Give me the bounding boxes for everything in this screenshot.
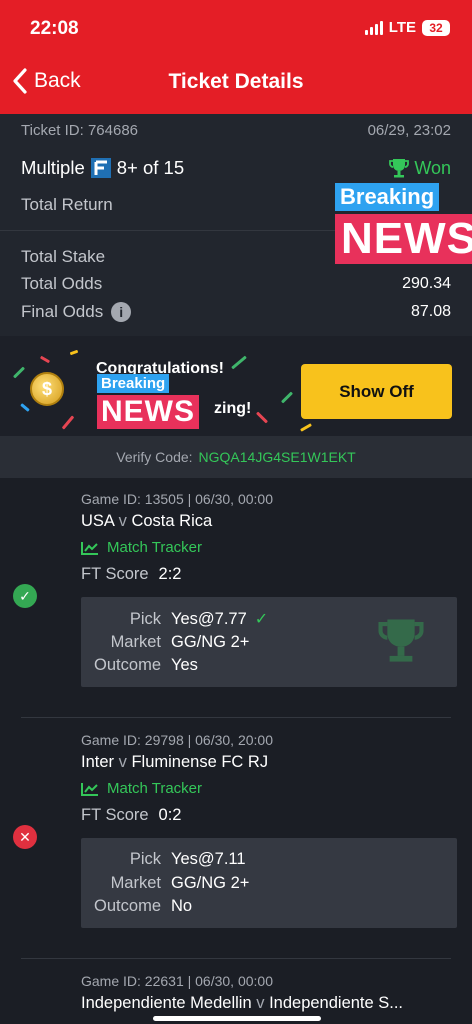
match-tracker-label: Match Tracker xyxy=(107,780,203,797)
breaking-news-overlay-small: Breaking NEWS xyxy=(97,374,199,429)
news-label: NEWS xyxy=(335,214,472,264)
vs-label: v xyxy=(118,753,127,771)
breaking-label-small: Breaking xyxy=(97,374,170,393)
game-teams: Inter v Fluminense FC RJ xyxy=(81,753,268,772)
game-teams: Independiente Medellin v Independiente S… xyxy=(81,994,403,1013)
pick-row: Pick Yes@7.11 xyxy=(81,850,246,869)
outcome-label: Outcome xyxy=(94,897,161,915)
ticket-type-row: Multiple 8+ of 15 Won xyxy=(21,157,451,179)
market-row: Market GG/NG 2+ xyxy=(81,633,250,652)
vs-label: v xyxy=(118,512,127,530)
match-tracker-link[interactable]: Match Tracker xyxy=(81,780,202,797)
ticket-type: Multiple xyxy=(21,157,85,178)
verify-code-bar: Verify Code: NGQA14JG4SE1W1EKT xyxy=(0,436,472,478)
status-label: Won xyxy=(414,157,451,178)
ticket-datetime: 06/29, 23:02 xyxy=(367,122,451,139)
header-bar: 22:08 LTE 32 Back Ticket Details xyxy=(0,0,472,114)
ft-score-label: FT Score xyxy=(81,806,149,824)
match-tracker-link[interactable]: Match Tracker xyxy=(81,539,202,556)
breaking-label: Breaking xyxy=(335,183,440,211)
divider xyxy=(21,958,451,959)
game-id: Game ID: 13505 | 06/30, 00:00 xyxy=(81,491,273,507)
ticket-id-row: Ticket ID: 764686 06/29, 23:02 xyxy=(21,122,451,139)
market-row: Market GG/NG 2+ xyxy=(81,874,250,893)
info-icon[interactable]: i xyxy=(111,302,132,322)
market-value: GG/NG 2+ xyxy=(171,874,250,892)
breaking-news-overlay: Breaking NEWS xyxy=(335,183,472,264)
outcome-value: No xyxy=(171,897,193,915)
total-return-label: Total Return xyxy=(21,195,113,214)
signal-icon xyxy=(364,20,383,35)
total-odds-row: Total Odds 290.34 xyxy=(21,274,451,294)
final-odds-value: 87.08 xyxy=(410,303,451,320)
market-label: Market xyxy=(110,874,161,892)
flexibet-icon xyxy=(90,158,111,178)
pick-label: Pick xyxy=(129,609,161,628)
divider xyxy=(21,717,451,718)
final-odds-label: Final Odds xyxy=(21,302,104,321)
ticket-status: Won xyxy=(388,157,451,179)
away-team: Fluminense FC RJ xyxy=(131,753,269,771)
show-off-button[interactable]: Show Off xyxy=(301,364,452,419)
outcome-label: Outcome xyxy=(94,656,161,674)
pick-value: Yes@7.77 xyxy=(171,609,247,628)
match-tracker-label: Match Tracker xyxy=(107,539,203,556)
verify-label: Verify Code: xyxy=(116,449,193,465)
pick-box: Pick Yes@7.11 Market GG/NG 2+ Outcome No xyxy=(81,838,457,928)
game-id: Game ID: 22631 | 06/30, 00:00 xyxy=(81,973,273,989)
home-indicator[interactable] xyxy=(153,1016,321,1021)
status-indicators: LTE 32 xyxy=(364,19,450,36)
total-odds-value: 290.34 xyxy=(402,275,451,292)
game-teams: USA v Costa Rica xyxy=(81,512,212,531)
home-team: Inter xyxy=(81,753,115,771)
ft-score-label: FT Score xyxy=(81,565,149,583)
trophy-icon xyxy=(389,159,410,178)
ft-score-value: 2:2 xyxy=(158,565,182,583)
pick-box: Pick Yes@7.77 ✓ Market GG/NG 2+ Outcome … xyxy=(81,597,457,687)
close-circle-icon: ✕ xyxy=(13,825,37,849)
pick-label: Pick xyxy=(129,850,161,868)
vs-label: v xyxy=(256,994,265,1012)
news-label-small: NEWS xyxy=(97,395,199,429)
ft-score-value: 0:2 xyxy=(158,806,182,824)
status-time: 22:08 xyxy=(30,18,79,39)
pick-row: Pick Yes@7.77 ✓ xyxy=(81,609,268,629)
market-label: Market xyxy=(110,633,161,651)
outcome-row: Outcome No xyxy=(81,897,192,916)
home-team: Independiente Medellin xyxy=(81,994,252,1012)
check-circle-icon: ✓ xyxy=(13,584,37,608)
final-odds-row: Final Odds i 87.08 xyxy=(21,302,451,322)
chart-line-icon xyxy=(81,782,98,796)
ticket-id: Ticket ID: 764686 xyxy=(21,122,139,139)
game-id: Game ID: 29798 | 06/30, 20:00 xyxy=(81,732,273,748)
away-team: Costa Rica xyxy=(131,512,213,530)
ft-score: FT Score 0:2 xyxy=(81,806,181,825)
away-team: Independiente S... xyxy=(269,994,404,1012)
outcome-row: Outcome Yes xyxy=(81,656,198,675)
verify-code[interactable]: NGQA14JG4SE1W1EKT xyxy=(199,449,356,465)
check-icon: ✓ xyxy=(254,611,269,628)
battery-icon: 32 xyxy=(422,19,450,36)
coin-icon: $ xyxy=(30,372,64,406)
home-team: USA xyxy=(81,512,115,530)
page-title: Ticket Details xyxy=(168,70,304,93)
amazing-text: zing! xyxy=(214,400,252,417)
pick-value: Yes@7.11 xyxy=(171,850,246,868)
total-odds-label: Total Odds xyxy=(21,274,103,293)
outcome-value: Yes xyxy=(171,656,198,674)
total-stake-label: Total Stake xyxy=(21,247,106,266)
network-label: LTE xyxy=(388,19,416,36)
market-value: GG/NG 2+ xyxy=(171,633,250,651)
trophy-watermark-icon xyxy=(378,619,424,662)
ft-score: FT Score 2:2 xyxy=(81,565,181,584)
ticket-selection: 8+ of 15 xyxy=(116,157,185,178)
chart-line-icon xyxy=(81,541,98,555)
